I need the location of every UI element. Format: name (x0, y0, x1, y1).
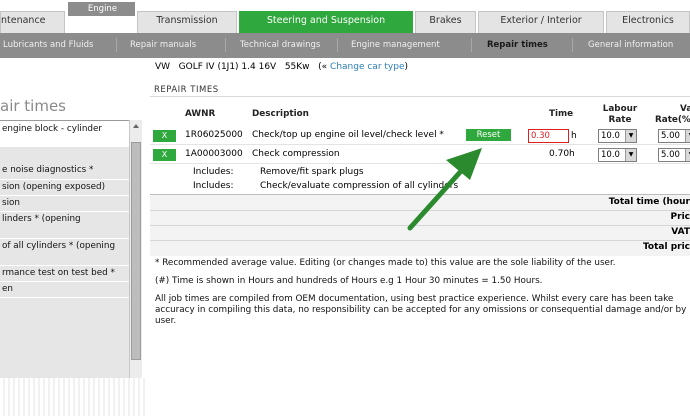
select-value: 5.00 (661, 150, 680, 160)
awnr-cell: 1R06025000 (185, 130, 243, 140)
remove-row-button[interactable]: X (153, 149, 176, 161)
sub-navigation: Lubricants and Fluids Repair manuals Tec… (0, 33, 690, 58)
subnav-divider (116, 38, 117, 52)
subnav-lubricants-and-fluids[interactable]: Lubricants and Fluids (3, 33, 93, 58)
tab-label: Engine (87, 4, 118, 14)
time-unit: h (571, 131, 577, 141)
description-cell: Check/top up engine oil level/check leve… (252, 130, 444, 140)
tab-exterior-interior[interactable]: Exterior / Interior (478, 11, 604, 33)
tab-label: Electronics (622, 15, 674, 26)
vat-rate-select[interactable]: 5.00 ▼ (658, 129, 690, 143)
chevron-down-icon: ▼ (685, 149, 690, 161)
divider (150, 96, 690, 97)
torn-edge (0, 378, 145, 416)
divider (150, 240, 690, 241)
header-labour-rate-line1: Labour (602, 104, 638, 114)
tab-electronics[interactable]: Electronics (606, 11, 690, 33)
scrollbar-thumb[interactable] (131, 142, 141, 360)
remove-row-button[interactable]: X (153, 130, 176, 142)
main-content: VW GOLF IV (1J1) 1.4 16V 55Kw (« Change … (150, 58, 690, 416)
list-item[interactable]: en (0, 281, 129, 296)
header-vat-line2: Rate(% (655, 115, 690, 125)
change-car-open: (« (318, 62, 328, 72)
labour-rate-select[interactable]: 10.0 ▼ (598, 148, 637, 162)
select-value: 10.0 (601, 150, 620, 160)
header-vat-line1: Va (680, 104, 690, 114)
top-tab-bar: ntenance Engine Transmission Steering an… (0, 0, 690, 33)
note-disclaimer: All job times are compiled from OEM docu… (155, 294, 687, 326)
select-value: 10.0 (601, 131, 620, 141)
chevron-down-icon: ▼ (685, 130, 690, 142)
tab-label: Brakes (429, 15, 462, 26)
car-info: VW GOLF IV (1J1) 1.4 16V 55Kw (« Change … (155, 62, 408, 72)
tab-label: ntenance (1, 15, 46, 26)
tab-label: Exterior / Interior (500, 15, 582, 26)
car-power: 55Kw (284, 62, 310, 72)
subnav-technical-drawings[interactable]: Technical drawings (240, 33, 320, 58)
subnav-divider (471, 38, 472, 52)
change-car-close: ) (404, 62, 408, 72)
list-item[interactable]: linders * (opening (0, 211, 129, 237)
subnav-engine-management[interactable]: Engine management (351, 33, 440, 58)
tab-engine[interactable]: Engine (68, 2, 135, 16)
left-panel: air times engine block - cylinder e nois… (0, 58, 145, 416)
total-time-label: Total time (hour (608, 197, 690, 207)
table-row: X 1A00003000 Check compression 0.70h 10.… (150, 146, 690, 164)
header-description: Description (252, 109, 309, 119)
divider (150, 210, 690, 211)
subnav-divider (337, 38, 338, 52)
price-label: Pric (670, 212, 690, 222)
subnav-divider (225, 38, 226, 52)
subnav-repair-manuals[interactable]: Repair manuals (130, 33, 196, 58)
subnav-divider (572, 38, 573, 52)
header-labour-rate-line2: Rate (608, 115, 632, 125)
includes-text: Remove/fit spark plugs (260, 167, 364, 177)
chevron-down-icon: ▼ (625, 149, 636, 161)
includes-text: Check/evaluate compression of all cylind… (260, 181, 459, 191)
chevron-down-icon: ▼ (625, 130, 636, 142)
change-car-type-link[interactable]: Change car type (330, 62, 404, 72)
list-item[interactable]: engine block - cylinder (0, 121, 129, 147)
list-item[interactable]: rmance test on test bed * (0, 265, 129, 280)
repair-times-list: engine block - cylinder e noise diagnost… (0, 120, 129, 381)
list-item[interactable]: sion (0, 195, 129, 210)
list-item[interactable]: sion (opening exposed) (0, 179, 129, 194)
select-value: 5.00 (661, 131, 680, 141)
header-awnr: AWNR (185, 109, 216, 119)
car-model: GOLF IV (1J1) 1.4 16V (178, 62, 277, 72)
subnav-general-information[interactable]: General information (588, 33, 673, 58)
labour-rate-select[interactable]: 10.0 ▼ (598, 129, 637, 143)
time-cell: 0.70h (549, 149, 575, 159)
divider (150, 225, 690, 226)
includes-label: Includes: (193, 181, 234, 191)
tab-label: Steering and Suspension (266, 15, 386, 26)
list-item[interactable]: e noise diagnostics * (0, 163, 129, 178)
list-item[interactable]: of all cylinders * (opening (0, 238, 129, 264)
section-title: REPAIR TIMES (154, 85, 219, 95)
description-cell: Check compression (252, 149, 340, 159)
tab-label: Transmission (156, 15, 218, 26)
includes-label: Includes: (193, 167, 234, 177)
car-make: VW (155, 62, 171, 72)
tab-brakes[interactable]: Brakes (415, 11, 476, 33)
tab-transmission[interactable]: Transmission (137, 11, 237, 33)
time-input[interactable]: 0.30 (528, 129, 569, 143)
vat-label: VAT (671, 227, 690, 237)
tab-steering-and-suspension[interactable]: Steering and Suspension (239, 11, 413, 33)
note-recommended: * Recommended average value. Editing (or… (155, 258, 616, 268)
note-time-format: (#) Time is shown in Hours and hundreds … (155, 276, 543, 286)
header-time: Time (549, 109, 574, 119)
awnr-cell: 1A00003000 (185, 149, 243, 159)
list-scrollbar[interactable] (129, 120, 142, 381)
tab-maintenance[interactable]: ntenance (0, 11, 65, 33)
reset-button[interactable]: Reset (466, 129, 511, 141)
vat-rate-select[interactable]: 5.00 ▼ (658, 148, 690, 162)
panel-title: air times (0, 97, 66, 115)
scroll-up-icon[interactable] (131, 121, 141, 131)
subnav-repair-times[interactable]: Repair times (487, 33, 548, 58)
list-empty-area (0, 297, 129, 380)
totals-panel: Total time (hour Pric VAT Total pric (150, 194, 690, 256)
table-row: X 1R06025000 Check/top up engine oil lev… (150, 127, 690, 145)
total-price-label: Total pric (642, 242, 690, 252)
